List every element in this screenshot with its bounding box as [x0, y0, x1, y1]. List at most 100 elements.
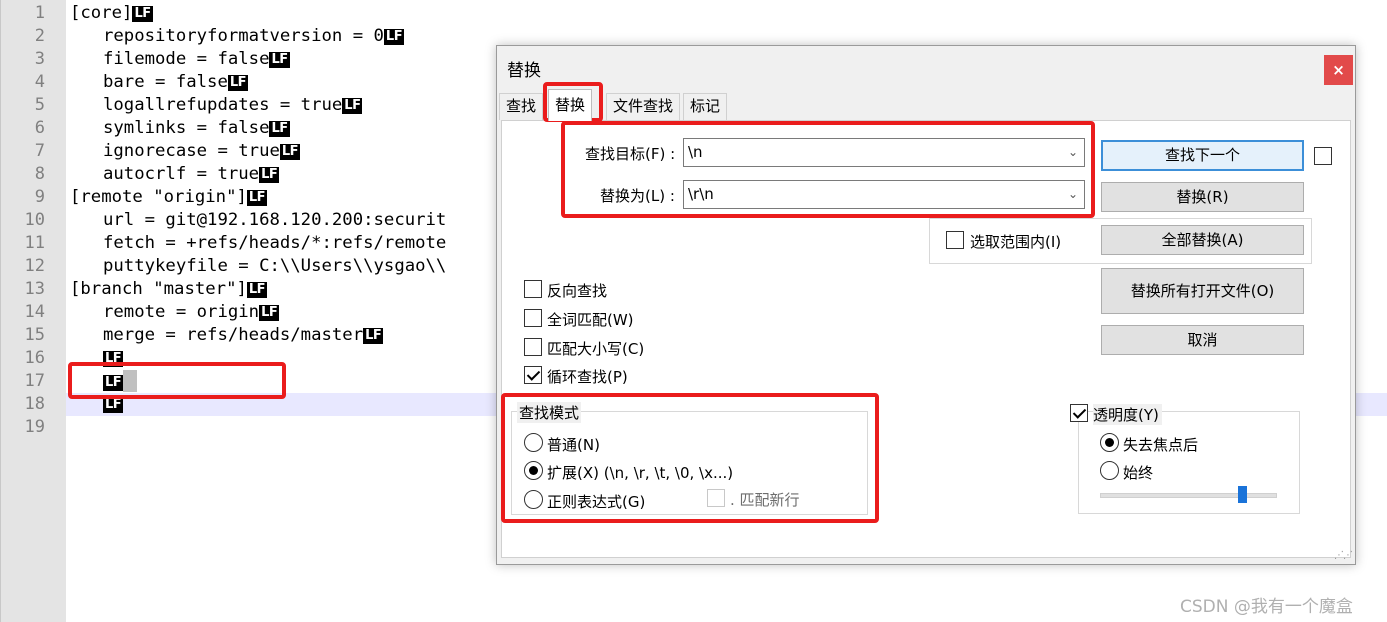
normal-mode-radio[interactable]	[524, 433, 543, 452]
line-number: 3	[34, 49, 45, 69]
line-number: 19	[24, 417, 45, 437]
find-label: 查找目标(F) :	[585, 145, 676, 163]
always-radio[interactable]	[1100, 461, 1119, 480]
selection-highlight	[123, 370, 138, 392]
eol-marker: LF	[342, 98, 363, 114]
backward-label: 反向查找	[547, 282, 608, 300]
match-case-checkbox[interactable]	[524, 338, 542, 356]
match-case-label: 匹配大小写(C)	[547, 340, 645, 358]
eol-marker: LF	[383, 29, 405, 45]
replace-input-value: \r\n	[688, 185, 714, 203]
find-input[interactable]: \n ⌄	[683, 138, 1085, 167]
eol-marker: LF	[246, 190, 268, 206]
code-text: logallrefupdates = true	[103, 95, 343, 115]
eol-marker: LF	[103, 351, 124, 367]
find-input-value: \n	[688, 143, 703, 161]
line-number: 7	[34, 141, 45, 161]
line-number: 16	[24, 348, 45, 368]
replace-button[interactable]: 替换(R)	[1101, 182, 1304, 212]
tab-mark[interactable]: 标记	[683, 93, 728, 120]
code-text: symlinks = false	[103, 118, 270, 138]
backward-checkbox[interactable]	[524, 280, 542, 298]
replace-dialog: 替换 × 查找 替换 文件查找 标记 查找目标(F) : \n ⌄ 替换为(L)…	[496, 45, 1356, 565]
dot-newline-checkbox[interactable]	[707, 489, 725, 507]
line-number: 10	[24, 210, 45, 230]
tab-replace[interactable]: 替换	[548, 89, 593, 121]
code-text: url = git@192.168.120.200:securit	[103, 210, 447, 230]
wrap-around-checkbox[interactable]	[524, 366, 542, 384]
in-selection-label: 选取范围内(I)	[970, 233, 1062, 251]
replace-all-open-files-button[interactable]: 替换所有打开文件(O)	[1101, 268, 1304, 314]
line-number: 8	[34, 164, 45, 184]
whole-word-checkbox[interactable]	[524, 309, 542, 327]
always-label: 始终	[1123, 464, 1154, 482]
watermark: CSDN @我有一个魔盒	[1180, 597, 1353, 617]
eol-marker: LF	[269, 52, 290, 68]
line-number: 17	[24, 371, 45, 391]
code-text: [remote "origin"]	[70, 187, 247, 207]
line-number: 18	[24, 394, 45, 414]
transparency-label: 透明度(Y)	[1093, 404, 1162, 425]
replace-label: 替换为(L) :	[600, 187, 675, 205]
eol-marker: LF	[103, 397, 124, 413]
on-lose-focus-radio[interactable]	[1100, 433, 1119, 452]
code-text: [branch "master"]	[70, 279, 247, 299]
line-number: 13	[24, 279, 45, 299]
chevron-down-icon[interactable]: ⌄	[1068, 139, 1078, 166]
code-text: bare = false	[103, 72, 228, 92]
dialog-title: 替换	[507, 61, 541, 81]
eol-marker: LF	[246, 282, 268, 298]
line-number: 1	[34, 3, 45, 23]
dot-newline-label: . 匹配新行	[730, 491, 800, 509]
code-text: puttykeyfile = C:\\Users\\ysgao\\	[103, 256, 447, 276]
resize-grip-icon[interactable]: ⋰⋰	[1334, 550, 1353, 561]
whole-word-label: 全词匹配(W)	[547, 311, 634, 329]
code-text: autocrlf = true	[103, 164, 260, 184]
code-line[interactable]: [core] LF	[66, 2, 1387, 25]
eol-marker: LF	[269, 121, 290, 137]
line-number: 11	[24, 233, 45, 253]
line-number: 12	[24, 256, 45, 276]
close-button[interactable]: ×	[1324, 55, 1353, 85]
code-text: merge = refs/heads/master	[103, 325, 364, 345]
search-mode-title: 查找模式	[517, 402, 582, 423]
line-number: 14	[24, 302, 45, 322]
find-next-extra-checkbox[interactable]	[1314, 147, 1332, 165]
replace-input[interactable]: \r\n ⌄	[683, 180, 1085, 209]
eol-marker: LF	[279, 144, 301, 160]
find-next-button[interactable]: 查找下一个	[1101, 140, 1304, 171]
code-text: repositoryformatversion = 0	[103, 26, 384, 46]
in-selection-checkbox[interactable]	[946, 231, 964, 249]
eol-marker: LF	[132, 6, 153, 22]
line-number: 6	[34, 118, 45, 138]
cancel-button[interactable]: 取消	[1101, 325, 1304, 355]
code-text: remote = origin	[103, 302, 260, 322]
regex-mode-label: 正则表达式(G)	[547, 493, 646, 511]
line-number-gutter: 1 2 3 4 5 6 7 8 9 10 11 12 13 14 15 16 17 18 19	[0, 0, 66, 622]
on-lose-focus-label: 失去焦点后	[1123, 436, 1199, 454]
extended-mode-label: 扩展(X) (\n, \r, \t, \0, \x...)	[547, 464, 734, 482]
transparency-slider-thumb[interactable]	[1237, 486, 1247, 503]
code-text: fetch = +refs/heads/*:refs/remote	[103, 233, 447, 253]
transparency-slider-track[interactable]	[1100, 493, 1277, 498]
regex-mode-radio[interactable]	[524, 490, 543, 509]
eol-marker: LF	[103, 375, 124, 391]
close-icon: ×	[1332, 61, 1345, 79]
wrap-around-label: 循环查找(P)	[547, 368, 628, 386]
code-text: ignorecase = true	[103, 141, 280, 161]
line-number: 4	[34, 72, 45, 92]
tab-find-in-files[interactable]: 文件查找	[606, 93, 681, 120]
tab-find[interactable]: 查找	[499, 93, 544, 120]
replace-all-button[interactable]: 全部替换(A)	[1101, 225, 1304, 255]
transparency-checkbox[interactable]	[1070, 404, 1088, 422]
normal-mode-label: 普通(N)	[547, 436, 600, 454]
eol-marker: LF	[363, 328, 384, 344]
eol-marker: LF	[259, 305, 280, 321]
chevron-down-icon[interactable]: ⌄	[1068, 181, 1078, 208]
line-number: 5	[34, 95, 45, 115]
code-text: filemode = false	[103, 49, 270, 69]
extended-mode-radio[interactable]	[524, 461, 543, 480]
line-number: 9	[34, 187, 45, 207]
eol-marker: LF	[259, 167, 280, 183]
line-number: 15	[24, 325, 45, 345]
